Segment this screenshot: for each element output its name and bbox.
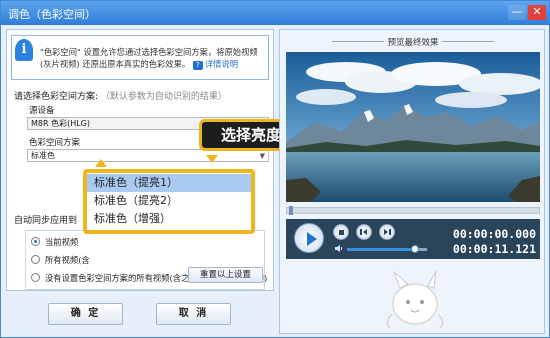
next-frame-button[interactable] — [379, 224, 395, 240]
volume-knob[interactable] — [411, 245, 419, 253]
dropdown-item-brighten-2[interactable]: 标准色（提亮2） — [87, 192, 251, 210]
preview-title: 预览最终效果 — [387, 38, 439, 48]
minimize-button[interactable]: — — [508, 5, 526, 20]
color-grading-window: 调色（色彩空间） — ✕ i "色彩空间" 设置允许您通过选择色彩空间方案，将原… — [0, 0, 550, 338]
play-icon — [307, 232, 317, 246]
stop-button[interactable] — [333, 224, 349, 240]
close-button[interactable]: ✕ — [528, 5, 546, 20]
seek-bar[interactable] — [286, 206, 540, 215]
dropdown-item-brighten-1[interactable]: 标准色（提亮1） — [87, 174, 251, 192]
title-bar: 调色（色彩空间） — ✕ — [1, 1, 549, 25]
video-preview — [286, 52, 540, 202]
tooltip-pointer — [206, 155, 218, 163]
total-time: 00:00:11.121 — [452, 242, 536, 256]
scheme-label: 色彩空间方案 — [29, 138, 81, 148]
seek-handle[interactable] — [289, 206, 293, 215]
volume-icon[interactable] — [335, 245, 343, 252]
play-button[interactable] — [294, 223, 324, 253]
radio-label-current-video: 当前视频 — [45, 237, 79, 247]
current-time: 00:00:00.000 — [452, 227, 536, 241]
scheme-dropdown: 标准色（提亮1） 标准色（提亮2） 标准色（增强） — [83, 169, 255, 234]
apply-section-label: 自动同步应用到 — [14, 216, 78, 226]
help-label: 详情说明 — [204, 59, 239, 69]
mascot-illustration — [386, 270, 444, 329]
section-hint: （默认参数为自动识别的结果） — [100, 92, 227, 102]
help-icon: ? — [192, 61, 203, 70]
radio-current-video[interactable] — [31, 237, 40, 246]
settings-panel: i "色彩空间" 设置允许您通过选择色彩空间方案，将原始视频 (灰片视频) 还原… — [6, 29, 274, 291]
dropdown-pointer — [95, 159, 107, 167]
cancel-button[interactable]: 取 消 — [156, 303, 231, 325]
stop-icon — [339, 230, 344, 235]
ok-button[interactable]: 确 定 — [48, 303, 123, 325]
source-device-label: 源设备 — [29, 106, 55, 116]
help-link[interactable]: ? 详情说明 — [192, 59, 239, 70]
info-box: i "色彩空间" 设置允许您通过选择色彩空间方案，将原始视频 (灰片视频) 还原… — [11, 35, 269, 80]
radio-label-all-videos: 所有视频(含 — [45, 255, 90, 265]
window-title: 调色（色彩空间） — [8, 8, 96, 21]
info-icon: i — [15, 39, 33, 61]
title-divider-right — [442, 41, 494, 42]
playback-controls: 00:00:00.000 00:00:11.121 — [286, 219, 540, 259]
radio-unset-videos[interactable] — [31, 273, 40, 282]
preview-panel: 预览最终效果 00:00:00.000 00:00:11.121 — [279, 29, 545, 334]
dropdown-item-enhance[interactable]: 标准色（增强） — [87, 210, 251, 228]
info-text: "色彩空间" 设置允许您通过选择色彩空间方案，将原始视频 (灰片视频) 还原出原… — [40, 46, 268, 70]
landscape-image — [286, 52, 540, 202]
chevron-down-icon: ▼ — [259, 152, 265, 160]
color-space-section-label: 请选择色彩空间方案: （默认参数为自动识别的结果） — [14, 89, 227, 102]
info-line-1: "色彩空间" 设置允许您通过选择色彩空间方案，将原始视频 — [40, 47, 258, 57]
reset-settings-button[interactable]: 重置以上设置 — [188, 267, 263, 283]
section-label-text: 请选择色彩空间方案: — [14, 92, 99, 102]
info-line-2-text: (灰片视频) 还原出原本真实的色彩效果。 — [40, 59, 191, 69]
info-line-2: (灰片视频) 还原出原本真实的色彩效果。 ? 详情说明 — [40, 58, 268, 70]
volume-fill — [347, 248, 415, 251]
scheme-value: 标准色 — [31, 151, 55, 160]
radio-all-videos[interactable] — [31, 255, 40, 264]
prev-frame-button[interactable] — [356, 224, 372, 240]
